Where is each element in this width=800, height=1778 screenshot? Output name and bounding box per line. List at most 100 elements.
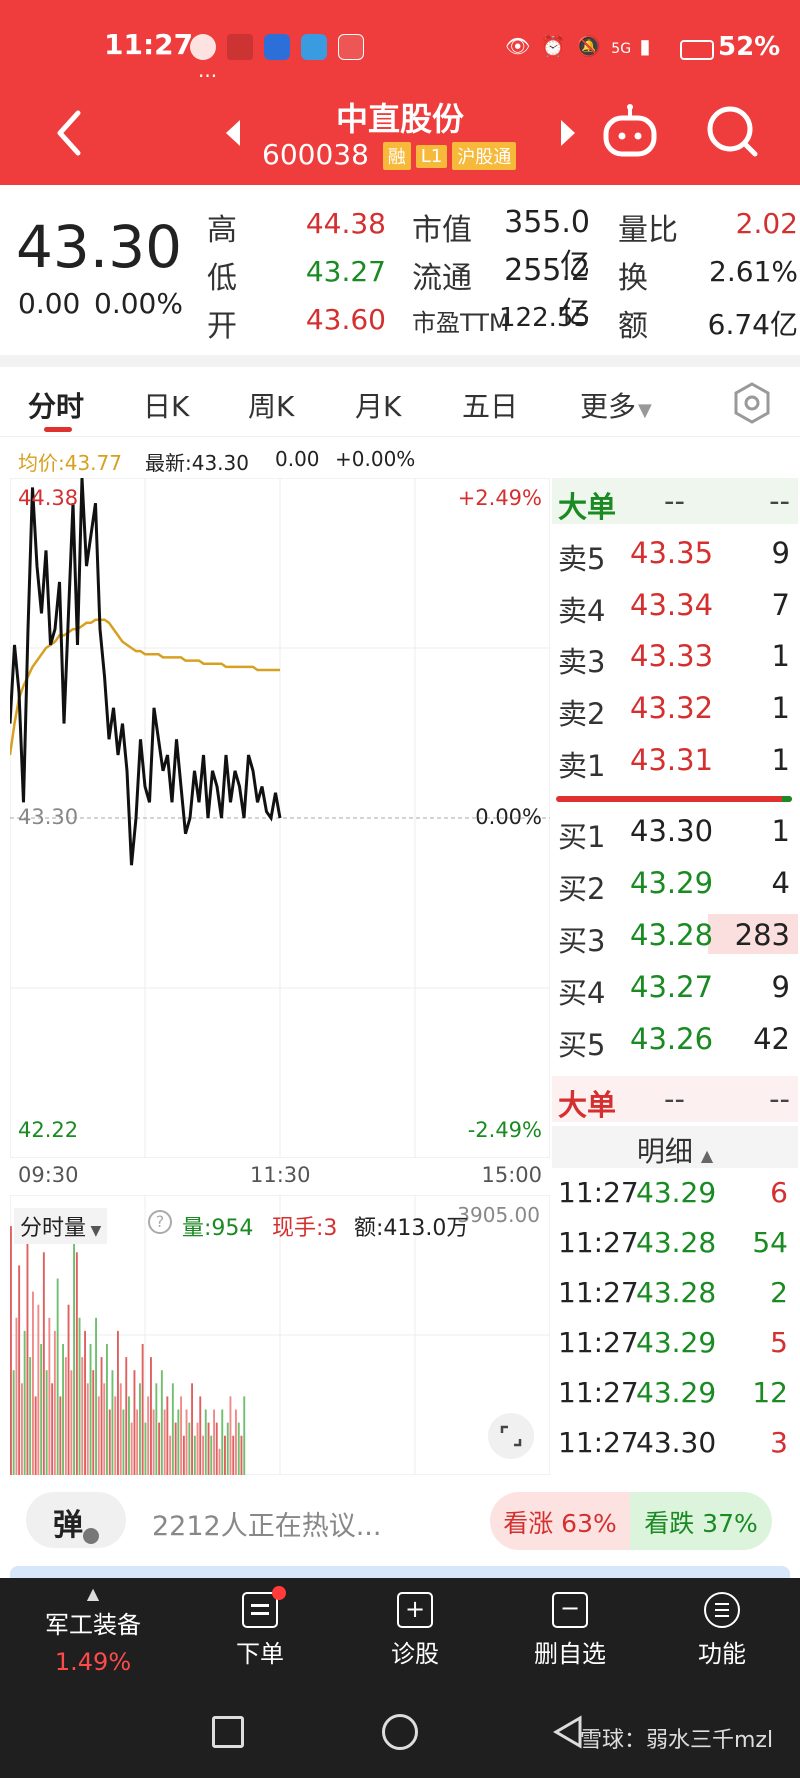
sell-price: 43.32 xyxy=(630,691,714,725)
menu-icon xyxy=(704,1592,740,1628)
sell-level-2[interactable]: 卖2 43.32 1 xyxy=(552,685,798,731)
fullscreen-icon[interactable] xyxy=(488,1413,534,1459)
volume-bar xyxy=(92,1370,95,1475)
volume-bar xyxy=(48,1317,51,1475)
tab-daily-k[interactable]: 日K xyxy=(143,385,189,425)
discussion-text[interactable]: 2212人正在热议... xyxy=(152,1504,381,1543)
settings-icon[interactable] xyxy=(730,381,774,425)
tick-detail-header[interactable]: 明细 ▲ xyxy=(552,1126,798,1168)
nav-remove-watchlist[interactable]: − 删自选 xyxy=(510,1592,630,1669)
bottom-nav: ▲ 军工装备 1.49% 下单 + 诊股 − 删自选 功能 xyxy=(0,1578,800,1696)
nav-order[interactable]: 下单 xyxy=(200,1586,320,1669)
robot-assistant-icon[interactable] xyxy=(598,102,662,162)
search-icon[interactable] xyxy=(705,102,761,162)
sell-level-1[interactable]: 卖1 43.31 1 xyxy=(552,737,798,783)
tab-more[interactable]: 更多 ▼ xyxy=(580,385,652,425)
volume-ratio-value: 2.02 xyxy=(735,207,798,240)
prev-stock-icon[interactable] xyxy=(222,118,244,148)
back-icon[interactable] xyxy=(50,108,90,158)
stock-code-line: 600038 融 L1 沪股通 xyxy=(262,138,562,171)
volume-bar xyxy=(188,1422,191,1475)
volume-bar xyxy=(64,1357,67,1475)
volume-bar xyxy=(125,1357,128,1475)
recent-apps-icon[interactable] xyxy=(212,1716,244,1748)
tab-weekly-k[interactable]: 周K xyxy=(248,385,294,425)
volume-bar xyxy=(218,1448,221,1475)
next-stock-icon[interactable] xyxy=(557,118,579,148)
tab-monthly-k[interactable]: 月K xyxy=(355,385,401,425)
danmu-button[interactable]: 弹 xyxy=(26,1492,126,1548)
x-tick-open: 09:30 xyxy=(18,1163,79,1187)
sell-vol: 9 xyxy=(771,536,790,570)
tab-intraday[interactable]: 分时 xyxy=(28,385,84,425)
vote-down-button[interactable]: 看跌 37% xyxy=(630,1492,772,1550)
buy-level-2[interactable]: 买2 43.29 4 xyxy=(552,860,798,906)
system-status-icons: 👁 ⏰ 🔕 5G ▮ xyxy=(505,34,685,62)
vote-up-button[interactable]: 看涨 63% xyxy=(490,1492,630,1550)
volume-bar xyxy=(42,1252,45,1475)
stock-name: 中直股份 xyxy=(335,100,464,138)
chart-tabs: 分时 日K 周K 月K 五日 更多 ▼ xyxy=(0,367,800,437)
chevron-up-icon: ▲ xyxy=(86,1584,100,1603)
sell-level-5[interactable]: 卖5 43.35 9 xyxy=(552,530,798,576)
price-chart-svg xyxy=(8,477,551,1159)
volume-bar xyxy=(26,1239,29,1475)
volume-bar xyxy=(144,1422,147,1475)
sell-level-3[interactable]: 卖3 43.33 1 xyxy=(552,633,798,679)
y-label-bottom-pct: -2.49% xyxy=(467,1118,542,1142)
help-icon[interactable]: ? xyxy=(148,1210,172,1234)
volume-bar xyxy=(78,1317,81,1475)
tick-time: 11:27 xyxy=(558,1426,639,1459)
volume-bar xyxy=(32,1291,34,1475)
volume-bar xyxy=(202,1435,204,1475)
high-value: 44.38 xyxy=(305,207,386,240)
sector-button[interactable]: ▲ 军工装备 1.49% xyxy=(18,1584,168,1690)
chart-info-line: 均价:43.77 最新:43.30 0.00 +0.00% xyxy=(0,437,550,481)
stock-code: 600038 xyxy=(262,138,369,171)
buy-level-4[interactable]: 买4 43.27 9 xyxy=(552,964,798,1010)
buy-label: 买4 xyxy=(558,976,606,1010)
hidden-banner-edge xyxy=(10,1566,790,1578)
buy-price: 43.27 xyxy=(630,970,714,1004)
volume-bar xyxy=(59,1396,62,1475)
turnover-label: 换 xyxy=(618,261,648,296)
volume-bar xyxy=(243,1396,246,1475)
volume-type-selector[interactable]: 分时量 ▼ xyxy=(14,1208,108,1244)
sell-level-4[interactable]: 卖4 43.34 7 xyxy=(552,582,798,628)
volume-bar xyxy=(182,1435,185,1475)
network-label: 5G xyxy=(611,41,632,57)
volume-bar xyxy=(18,1265,21,1475)
watermark: 雪球：弱水三千mzl xyxy=(580,1728,774,1753)
system-nav-bar: 雪球：弱水三千mzl xyxy=(0,1696,800,1778)
volume-bar xyxy=(114,1396,117,1475)
volume-bar xyxy=(89,1344,92,1475)
buy-label: 买3 xyxy=(558,924,606,958)
x-tick-noon: 11:30 xyxy=(250,1163,311,1187)
volume-bar xyxy=(86,1383,89,1475)
volume-bar xyxy=(15,1317,18,1475)
nav-functions[interactable]: 功能 xyxy=(662,1592,782,1669)
buy-level-3[interactable]: 买3 43.28 283 xyxy=(552,912,798,958)
y-label-mid-pct: 0.00% xyxy=(475,805,542,829)
big-order-val-2: -- xyxy=(769,484,790,518)
home-icon[interactable] xyxy=(382,1714,418,1750)
signal-icon: ▮ xyxy=(639,34,651,58)
volume-bar xyxy=(73,1226,75,1475)
tick-price: 43.29 xyxy=(636,1176,717,1209)
buy-vol: 1 xyxy=(771,814,790,848)
float-cap-label: 流通 xyxy=(412,261,472,296)
quote-panel: 43.30 0.00 0.00% 高 44.38 市值 355.0亿 量比 2.… xyxy=(0,185,800,355)
buy-label: 买1 xyxy=(558,820,606,854)
tab-five-day[interactable]: 五日 xyxy=(462,385,518,425)
volume-bar xyxy=(150,1357,152,1475)
buy-level-1[interactable]: 买1 43.30 1 xyxy=(552,808,798,854)
volume-bar xyxy=(133,1370,136,1475)
high-label: 高 xyxy=(207,213,237,248)
intraday-chart[interactable]: 44.38 +2.49% 43.30 0.00% 42.22 -2.49% xyxy=(8,477,551,1159)
low-value: 43.27 xyxy=(305,255,386,288)
buy-level-5[interactable]: 买5 43.26 42 xyxy=(552,1016,798,1062)
big-order-val-1: -- xyxy=(664,1082,685,1116)
buy-price: 43.29 xyxy=(630,866,714,900)
volume-bar xyxy=(23,1330,26,1475)
nav-diagnose[interactable]: + 诊股 xyxy=(355,1592,475,1669)
